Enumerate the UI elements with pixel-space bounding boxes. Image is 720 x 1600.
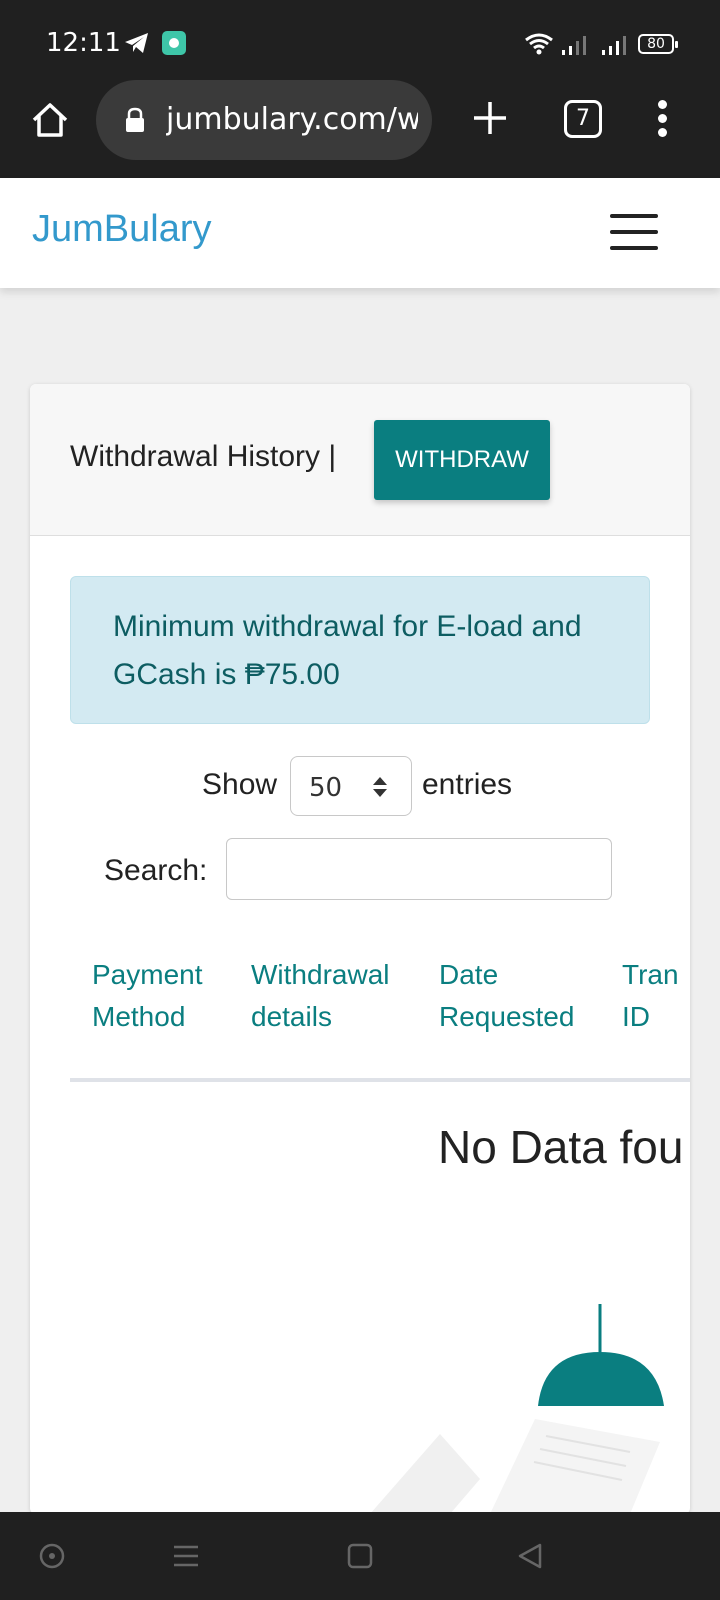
entries-length-control: Show 50 entries: [30, 756, 690, 820]
signal-icon: [562, 36, 586, 55]
column-header-transaction-id[interactable]: Tran ID: [622, 954, 679, 1038]
signal-icon: [602, 36, 626, 55]
browser-toolbar: jumbulary.com/w 7: [0, 78, 720, 178]
hamburger-icon[interactable]: [610, 214, 658, 250]
withdraw-button[interactable]: WITHDRAW: [374, 420, 550, 500]
address-bar[interactable]: jumbulary.com/w: [96, 80, 432, 160]
home-square-icon[interactable]: [344, 1540, 376, 1572]
info-alert: Minimum withdrawal for E-load and GCash …: [70, 576, 650, 724]
back-icon[interactable]: [514, 1540, 546, 1572]
status-time: 12:11: [46, 28, 121, 58]
battery-icon: 80: [638, 34, 678, 54]
app-notification-icon: [162, 31, 186, 55]
page-title: Withdrawal History |: [70, 440, 337, 473]
entries-select-value: 50: [309, 773, 343, 803]
withdrawal-card: Withdrawal History | WITHDRAW Minimum wi…: [30, 384, 690, 1514]
column-header-payment-method[interactable]: Payment Method: [92, 954, 203, 1038]
length-show-label: Show: [202, 768, 278, 801]
telegram-icon: [125, 33, 148, 53]
table-search: Search:: [30, 838, 690, 902]
card-header: Withdrawal History | WITHDRAW: [30, 384, 690, 536]
home-icon[interactable]: [30, 100, 70, 140]
empty-state-message: No Data fou: [438, 1121, 684, 1173]
site-navbar: JumBulary: [0, 178, 720, 288]
search-label: Search:: [104, 854, 208, 887]
more-icon[interactable]: [656, 100, 668, 140]
empty-state-illustration: [370, 1304, 664, 1514]
lock-icon: [126, 107, 144, 132]
url-text: jumbulary.com/w: [166, 102, 418, 137]
sort-arrows-icon: [373, 777, 387, 797]
search-input[interactable]: [226, 838, 612, 900]
system-navigation-bar: [0, 1512, 720, 1600]
table-header: Payment Method Withdrawal details Date R…: [70, 954, 690, 1064]
status-bar: 12:11 80: [0, 0, 720, 78]
new-tab-icon[interactable]: [470, 98, 510, 138]
assistant-icon[interactable]: [36, 1540, 68, 1572]
length-entries-label: entries: [422, 768, 513, 801]
entries-select[interactable]: 50: [290, 756, 412, 816]
brand-logo[interactable]: JumBulary: [32, 208, 212, 251]
menu-icon[interactable]: [170, 1540, 202, 1572]
tab-switcher-button[interactable]: 7: [564, 100, 602, 138]
wifi-icon: [525, 33, 553, 55]
column-header-withdrawal-details[interactable]: Withdrawal details: [251, 954, 389, 1038]
column-header-date-requested[interactable]: Date Requested: [439, 954, 574, 1038]
table-divider: [70, 1078, 690, 1082]
